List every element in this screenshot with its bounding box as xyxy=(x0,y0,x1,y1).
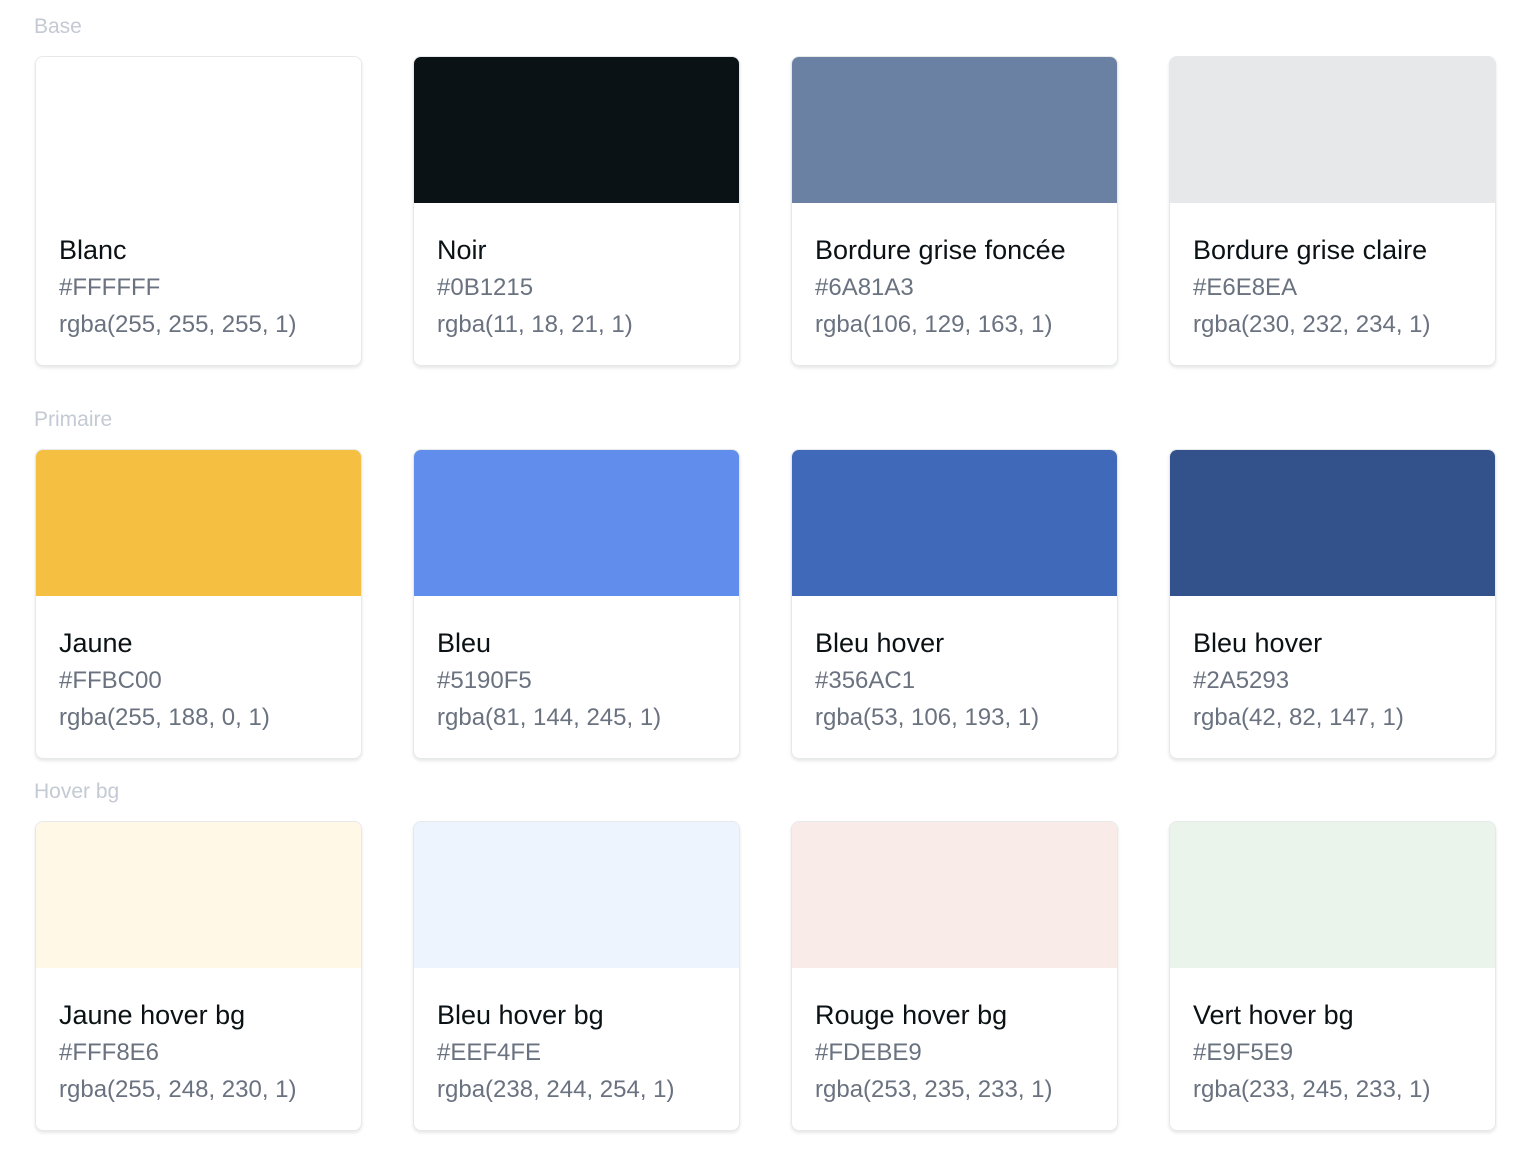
color-name: Bleu hover bg xyxy=(437,1000,604,1030)
color-rgba: rgba(238, 244, 254, 1) xyxy=(437,1076,675,1103)
color-card[interactable]: Bleu hover #2A5293 rgba(42, 82, 147, 1) xyxy=(1169,449,1496,759)
card-body: Bleu hover bg #EEF4FE rgba(238, 244, 254… xyxy=(414,968,739,1105)
color-swatch xyxy=(36,822,361,968)
color-card[interactable]: Rouge hover bg #FDEBE9 rgba(253, 235, 23… xyxy=(791,821,1118,1131)
color-rgba: rgba(42, 82, 147, 1) xyxy=(1193,704,1404,731)
color-card[interactable]: Jaune #FFBC00 rgba(255, 188, 0, 1) xyxy=(35,449,362,759)
card-body: Rouge hover bg #FDEBE9 rgba(253, 235, 23… xyxy=(792,968,1117,1105)
color-card[interactable]: Vert hover bg #E9F5E9 rgba(233, 245, 233… xyxy=(1169,821,1496,1131)
color-rgba: rgba(255, 188, 0, 1) xyxy=(59,704,270,731)
card-body: Bleu hover #2A5293 rgba(42, 82, 147, 1) xyxy=(1170,596,1495,733)
color-hex: #0B1215 xyxy=(437,274,534,301)
color-card[interactable]: Bleu hover bg #EEF4FE rgba(238, 244, 254… xyxy=(413,821,740,1131)
color-card[interactable]: Bleu hover #356AC1 rgba(53, 106, 193, 1) xyxy=(791,449,1118,759)
color-name: Jaune hover bg xyxy=(59,1000,246,1030)
color-swatch xyxy=(414,450,739,596)
color-name: Bordure grise foncée xyxy=(815,235,1066,265)
color-swatch xyxy=(36,57,361,203)
card-body: Vert hover bg #E9F5E9 rgba(233, 245, 233… xyxy=(1170,968,1495,1105)
color-hex: #FFFFFF xyxy=(59,274,161,301)
color-card[interactable]: Bleu #5190F5 rgba(81, 144, 245, 1) xyxy=(413,449,740,759)
color-name: Bleu xyxy=(437,628,492,658)
color-name: Noir xyxy=(437,235,487,265)
color-card[interactable]: Jaune hover bg #FFF8E6 rgba(255, 248, 23… xyxy=(35,821,362,1131)
color-hex: #FFBC00 xyxy=(59,667,162,694)
color-swatch xyxy=(1170,450,1495,596)
card-body: Jaune hover bg #FFF8E6 rgba(255, 248, 23… xyxy=(36,968,361,1105)
color-grid-hover-bg: Jaune hover bg #FFF8E6 rgba(255, 248, 23… xyxy=(35,821,1496,1131)
color-card[interactable]: Noir #0B1215 rgba(11, 18, 21, 1) xyxy=(413,56,740,366)
card-body: Jaune #FFBC00 rgba(255, 188, 0, 1) xyxy=(36,596,361,733)
color-swatch xyxy=(1170,57,1495,203)
color-name: Jaune xyxy=(59,628,133,658)
color-hex: #EEF4FE xyxy=(437,1039,542,1066)
color-rgba: rgba(11, 18, 21, 1) xyxy=(437,311,633,338)
color-swatch xyxy=(792,822,1117,968)
color-hex: #E9F5E9 xyxy=(1193,1039,1294,1066)
color-hex: #2A5293 xyxy=(1193,667,1290,694)
card-body: Bordure grise foncée #6A81A3 rgba(106, 1… xyxy=(792,203,1117,340)
card-body: Blanc #FFFFFF rgba(255, 255, 255, 1) xyxy=(36,203,361,340)
card-body: Bleu hover #356AC1 rgba(53, 106, 193, 1) xyxy=(792,596,1117,733)
color-rgba: rgba(233, 245, 233, 1) xyxy=(1193,1076,1431,1103)
color-hex: #E6E8EA xyxy=(1193,274,1298,301)
color-rgba: rgba(253, 235, 233, 1) xyxy=(815,1076,1053,1103)
color-name: Bleu hover xyxy=(1193,628,1323,658)
color-name: Blanc xyxy=(59,235,127,265)
color-rgba: rgba(106, 129, 163, 1) xyxy=(815,311,1053,338)
color-hex: #5190F5 xyxy=(437,667,532,694)
color-rgba: rgba(255, 255, 255, 1) xyxy=(59,311,297,338)
color-name: Bleu hover xyxy=(815,628,945,658)
color-rgba: rgba(255, 248, 230, 1) xyxy=(59,1076,297,1103)
color-swatch xyxy=(792,450,1117,596)
color-hex: #356AC1 xyxy=(815,667,916,694)
color-swatch xyxy=(792,57,1117,203)
card-body: Bordure grise claire #E6E8EA rgba(230, 2… xyxy=(1170,203,1495,340)
color-hex: #FDEBE9 xyxy=(815,1039,922,1066)
color-name: Vert hover bg xyxy=(1193,1000,1354,1030)
color-card[interactable]: Bordure grise foncée #6A81A3 rgba(106, 1… xyxy=(791,56,1118,366)
section-title-primaire: Primaire xyxy=(34,408,113,431)
section-title-base: Base xyxy=(34,15,82,38)
card-body: Bleu #5190F5 rgba(81, 144, 245, 1) xyxy=(414,596,739,733)
color-grid-primaire: Jaune #FFBC00 rgba(255, 188, 0, 1) Bleu … xyxy=(35,449,1496,759)
color-rgba: rgba(53, 106, 193, 1) xyxy=(815,704,1040,731)
color-hex: #FFF8E6 xyxy=(59,1039,160,1066)
color-name: Rouge hover bg xyxy=(815,1000,1008,1030)
color-rgba: rgba(81, 144, 245, 1) xyxy=(437,704,662,731)
color-card[interactable]: Blanc #FFFFFF rgba(255, 255, 255, 1) xyxy=(35,56,362,366)
color-name: Bordure grise claire xyxy=(1193,235,1428,265)
card-body: Noir #0B1215 rgba(11, 18, 21, 1) xyxy=(414,203,739,340)
color-swatch xyxy=(1170,822,1495,968)
color-rgba: rgba(230, 232, 234, 1) xyxy=(1193,311,1431,338)
color-hex: #6A81A3 xyxy=(815,274,914,301)
color-grid-base: Blanc #FFFFFF rgba(255, 255, 255, 1) Noi… xyxy=(35,56,1496,366)
color-swatch xyxy=(414,822,739,968)
color-swatch xyxy=(414,57,739,203)
color-card[interactable]: Bordure grise claire #E6E8EA rgba(230, 2… xyxy=(1169,56,1496,366)
color-swatch xyxy=(36,450,361,596)
section-title-hover-bg: Hover bg xyxy=(34,780,120,803)
